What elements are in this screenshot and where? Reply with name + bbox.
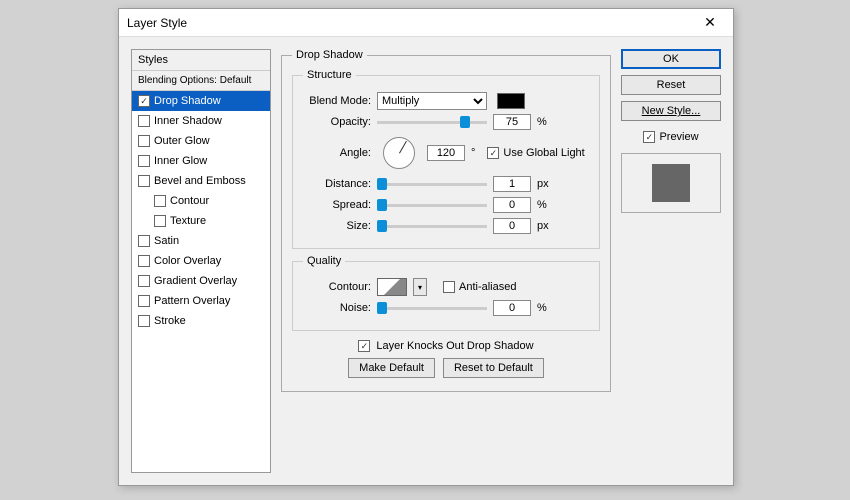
noise-slider[interactable] (377, 307, 487, 310)
style-item-contour[interactable]: Contour (132, 191, 270, 211)
structure-group: Structure Blend Mode: Multiply Opacity: … (292, 69, 600, 249)
blend-mode-label: Blend Mode: (303, 95, 371, 107)
style-label: Color Overlay (154, 255, 221, 267)
distance-slider[interactable] (377, 183, 487, 186)
contour-swatch[interactable] (377, 278, 407, 296)
size-input[interactable] (493, 218, 531, 234)
noise-label: Noise: (303, 302, 371, 314)
reset-button[interactable]: Reset (621, 75, 721, 95)
knockout-checkbox[interactable] (358, 340, 370, 352)
style-checkbox[interactable] (138, 115, 150, 127)
preview-swatch (652, 164, 690, 202)
noise-unit: % (537, 302, 547, 314)
distance-label: Distance: (303, 178, 371, 190)
dialog-title: Layer Style (127, 16, 695, 30)
angle-input[interactable] (427, 145, 465, 161)
style-checkbox[interactable] (138, 275, 150, 287)
right-panel: OK Reset New Style... Preview (621, 49, 721, 473)
style-label: Texture (170, 215, 206, 227)
preview-box (621, 153, 721, 213)
make-default-button[interactable]: Make Default (348, 358, 435, 378)
spread-input[interactable] (493, 197, 531, 213)
angle-label: Angle: (303, 147, 371, 159)
style-label: Bevel and Emboss (154, 175, 246, 187)
layer-style-dialog: Layer Style ✕ Styles Blending Options: D… (118, 8, 734, 486)
style-item-drop-shadow[interactable]: Drop Shadow (132, 91, 270, 111)
style-item-satin[interactable]: Satin (132, 231, 270, 251)
blending-options[interactable]: Blending Options: Default (132, 71, 270, 91)
close-button[interactable]: ✕ (695, 12, 725, 34)
antialiased-label: Anti-aliased (459, 281, 516, 293)
global-light-label: Use Global Light (503, 147, 584, 159)
style-checkbox[interactable] (138, 295, 150, 307)
noise-input[interactable] (493, 300, 531, 316)
style-checkbox[interactable] (138, 235, 150, 247)
style-checkbox[interactable] (138, 95, 150, 107)
style-item-bevel-and-emboss[interactable]: Bevel and Emboss (132, 171, 270, 191)
style-checkbox[interactable] (154, 215, 166, 227)
styles-header[interactable]: Styles (132, 50, 270, 71)
size-label: Size: (303, 220, 371, 232)
style-item-stroke[interactable]: Stroke (132, 311, 270, 331)
blend-mode-select[interactable]: Multiply (377, 92, 487, 110)
style-label: Contour (170, 195, 209, 207)
style-item-outer-glow[interactable]: Outer Glow (132, 131, 270, 151)
style-label: Drop Shadow (154, 95, 221, 107)
drop-shadow-legend: Drop Shadow (292, 49, 367, 61)
angle-dial[interactable] (383, 137, 415, 169)
quality-legend: Quality (303, 255, 345, 267)
preview-checkbox[interactable] (643, 131, 655, 143)
style-item-color-overlay[interactable]: Color Overlay (132, 251, 270, 271)
shadow-color-swatch[interactable] (497, 93, 525, 109)
style-label: Gradient Overlay (154, 275, 237, 287)
reset-default-button[interactable]: Reset to Default (443, 358, 544, 378)
angle-unit: ° (471, 147, 475, 159)
styles-list: Styles Blending Options: Default Drop Sh… (131, 49, 271, 473)
main-panel: Drop Shadow Structure Blend Mode: Multip… (281, 49, 611, 473)
style-checkbox[interactable] (138, 255, 150, 267)
opacity-input[interactable] (493, 114, 531, 130)
style-checkbox[interactable] (138, 155, 150, 167)
style-label: Satin (154, 235, 179, 247)
style-checkbox[interactable] (138, 175, 150, 187)
opacity-label: Opacity: (303, 116, 371, 128)
opacity-unit: % (537, 116, 547, 128)
global-light-checkbox[interactable] (487, 147, 499, 159)
style-checkbox[interactable] (154, 195, 166, 207)
spread-slider[interactable] (377, 204, 487, 207)
new-style-button[interactable]: New Style... (621, 101, 721, 121)
antialiased-checkbox[interactable] (443, 281, 455, 293)
style-item-pattern-overlay[interactable]: Pattern Overlay (132, 291, 270, 311)
distance-input[interactable] (493, 176, 531, 192)
contour-label: Contour: (303, 281, 371, 293)
style-label: Inner Glow (154, 155, 207, 167)
titlebar: Layer Style ✕ (119, 9, 733, 37)
opacity-slider[interactable] (377, 121, 487, 124)
distance-unit: px (537, 178, 549, 190)
style-label: Outer Glow (154, 135, 210, 147)
style-label: Stroke (154, 315, 186, 327)
spread-unit: % (537, 199, 547, 211)
structure-legend: Structure (303, 69, 356, 81)
style-item-inner-glow[interactable]: Inner Glow (132, 151, 270, 171)
contour-picker[interactable]: ▾ (413, 278, 427, 296)
ok-button[interactable]: OK (621, 49, 721, 69)
style-checkbox[interactable] (138, 135, 150, 147)
style-label: Inner Shadow (154, 115, 222, 127)
size-slider[interactable] (377, 225, 487, 228)
style-checkbox[interactable] (138, 315, 150, 327)
style-label: Pattern Overlay (154, 295, 230, 307)
style-item-gradient-overlay[interactable]: Gradient Overlay (132, 271, 270, 291)
preview-label: Preview (659, 131, 698, 143)
knockout-label: Layer Knocks Out Drop Shadow (376, 340, 533, 352)
size-unit: px (537, 220, 549, 232)
style-item-inner-shadow[interactable]: Inner Shadow (132, 111, 270, 131)
quality-group: Quality Contour: ▾ Anti-aliased Noise: (292, 255, 600, 331)
drop-shadow-group: Drop Shadow Structure Blend Mode: Multip… (281, 49, 611, 392)
spread-label: Spread: (303, 199, 371, 211)
style-item-texture[interactable]: Texture (132, 211, 270, 231)
